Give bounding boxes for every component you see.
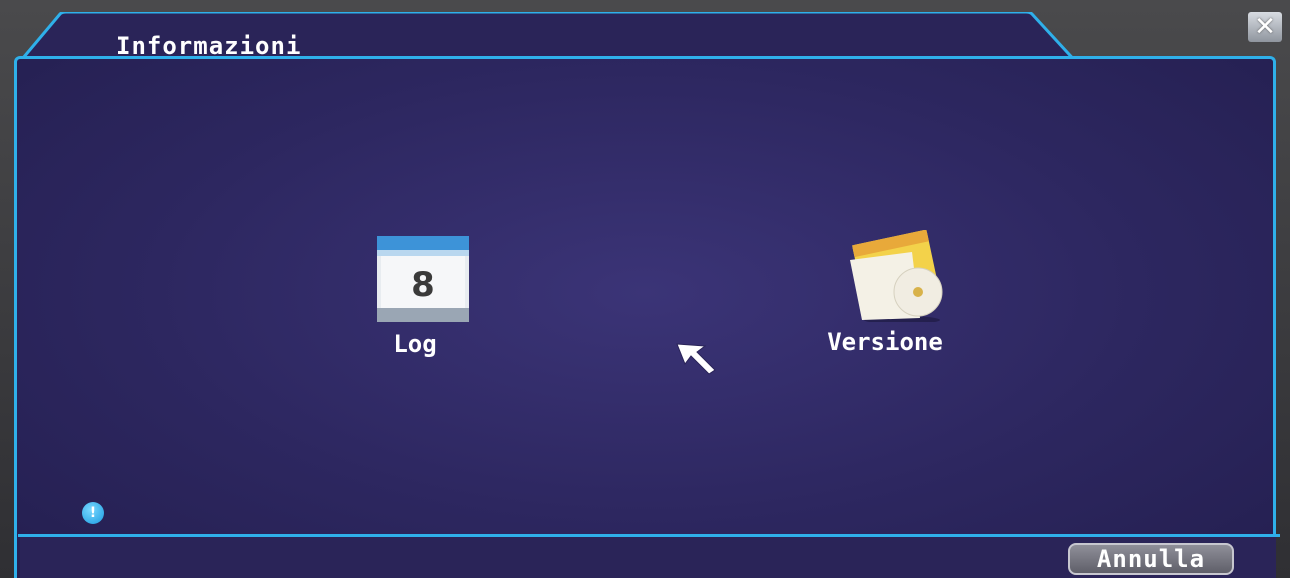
close-icon: ✕ bbox=[1254, 12, 1276, 42]
calendar-day: 8 bbox=[411, 265, 435, 305]
main-panel bbox=[14, 56, 1276, 578]
info-icon: ! bbox=[82, 502, 104, 524]
info-symbol: ! bbox=[89, 505, 97, 521]
cancel-button[interactable]: Annulla bbox=[1068, 543, 1234, 575]
menu-item-log[interactable]: 8 Log bbox=[340, 234, 490, 358]
close-button[interactable]: ✕ bbox=[1248, 12, 1282, 42]
log-label: Log bbox=[393, 330, 437, 358]
versione-label: Versione bbox=[827, 328, 943, 356]
mouse-pointer-icon bbox=[676, 343, 716, 375]
menu-item-versione[interactable]: Versione bbox=[790, 230, 980, 356]
calendar-icon: 8 bbox=[377, 236, 469, 322]
disc-folder-icon bbox=[850, 230, 943, 322]
dvr-screen: Informazioni ✕ 8 Log Versione ! Annulla bbox=[0, 0, 1290, 578]
